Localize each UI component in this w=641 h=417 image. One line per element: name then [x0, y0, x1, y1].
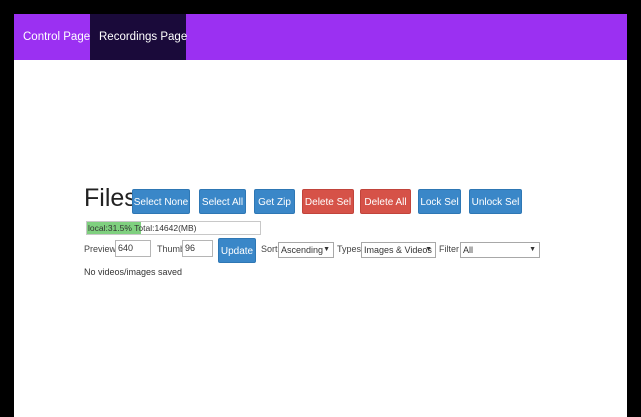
filter-select[interactable]: All ▼ — [460, 242, 540, 258]
filter-label: Filter — [439, 244, 459, 254]
files-heading: Files — [84, 184, 137, 212]
sort-label: Sort — [261, 244, 278, 254]
thumb-size-input[interactable]: 96 — [182, 240, 213, 257]
unlock-selected-button[interactable]: Unlock Sel — [469, 189, 522, 214]
types-selected-value: Images & Videos — [364, 245, 432, 255]
select-all-button[interactable]: Select All — [199, 189, 246, 214]
get-zip-button[interactable]: Get Zip — [254, 189, 295, 214]
app-window: Control Page Recordings Page Files Selec… — [14, 14, 627, 417]
storage-progress-bar: local:31.5% Total:14642(MB) — [86, 221, 261, 235]
thumb-label: Thumb — [157, 244, 186, 254]
sort-selected-value: Ascending — [281, 245, 324, 255]
preview-label: Preview — [84, 244, 117, 254]
delete-all-button[interactable]: Delete All — [360, 189, 411, 214]
types-label: Types — [337, 244, 362, 254]
lock-selected-button[interactable]: Lock Sel — [418, 189, 461, 214]
chevron-down-icon: ▼ — [529, 246, 536, 253]
filter-selected-value: All — [463, 245, 474, 255]
select-none-button[interactable]: Select None — [132, 189, 190, 214]
storage-progress-text: local:31.5% Total:14642(MB) — [88, 223, 197, 233]
update-button[interactable]: Update — [218, 238, 256, 263]
types-select[interactable]: Images & Videos ▼ — [361, 242, 436, 258]
nav-recordings-page[interactable]: Recordings Page — [90, 14, 187, 60]
top-navbar: Control Page Recordings Page — [14, 14, 627, 60]
preview-size-input[interactable]: 640 — [115, 240, 151, 257]
nav-control-page[interactable]: Control Page — [14, 14, 90, 60]
chevron-down-icon: ▼ — [323, 246, 330, 253]
delete-selected-button[interactable]: Delete Sel — [302, 189, 354, 214]
empty-status-message: No videos/images saved — [84, 267, 183, 277]
sort-select[interactable]: Ascending ▼ — [278, 242, 334, 258]
chevron-down-icon: ▼ — [425, 246, 432, 253]
